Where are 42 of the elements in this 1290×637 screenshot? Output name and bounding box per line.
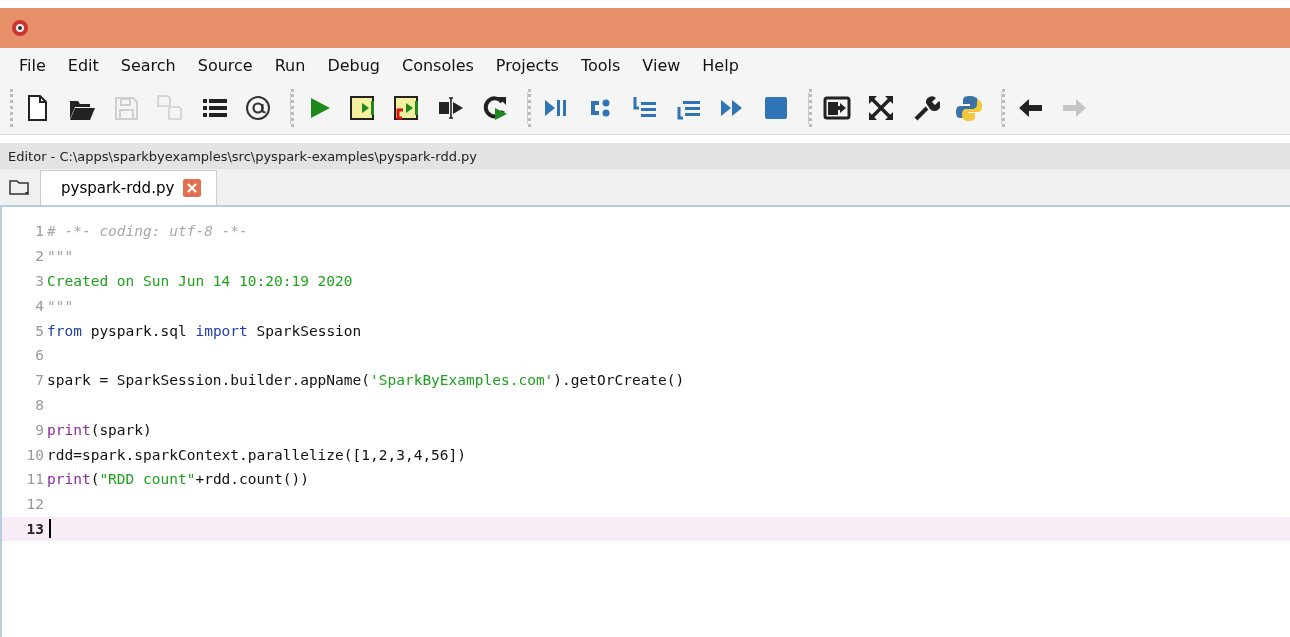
folder-icon[interactable] (8, 177, 30, 197)
menu-item[interactable]: Tools (569, 55, 632, 75)
line-number: 12 (25, 496, 45, 513)
app-logo-icon (10, 18, 30, 38)
menu-item[interactable]: Debug (316, 55, 391, 75)
python-logo-icon[interactable] (954, 93, 984, 123)
line-number: 8 (34, 396, 45, 413)
menu-item[interactable]: Projects (484, 55, 570, 75)
line-number: 3 (34, 273, 45, 289)
line-number: 2 (34, 248, 45, 265)
menu-item[interactable]: Help (691, 55, 750, 75)
code-line: """ (47, 248, 74, 265)
code-line: from pyspark.sql import SparkSession (47, 322, 362, 339)
code-line: rdd=spark.sparkContext.parallelize([1,2,3,4,56]) (47, 446, 467, 463)
line-number: 7 (34, 372, 45, 389)
line-number: 5 (34, 322, 45, 339)
menu-item[interactable]: Source (186, 55, 264, 75)
code-line: print(spark) (47, 421, 152, 438)
line-number: 6 (34, 347, 45, 364)
at-sign-icon[interactable] (243, 93, 273, 123)
editor-path: Editor - C:\apps\sparkbyexamples\src\pyspark-examples\pyspark-rdd.py (0, 143, 1290, 169)
menu-item[interactable]: Edit (56, 55, 110, 75)
code-line: spark = SparkSession.builder.appName('SparkByExamples.com').getOrCreate() (47, 372, 685, 389)
code-line: # -*- coding: utf-8 -*- (47, 223, 248, 240)
line-number: 11 (25, 471, 45, 488)
fullscreen-icon[interactable] (866, 93, 896, 123)
line-number: 13 (25, 520, 45, 537)
menu-item[interactable]: Run (263, 55, 317, 75)
code-line: print("RDD count"+rdd.count()) (47, 471, 309, 488)
close-icon[interactable] (182, 178, 203, 198)
text-cursor (49, 519, 51, 539)
menu-item[interactable]: File (8, 55, 57, 75)
line-number: 10 (25, 446, 45, 463)
code-line: """ (47, 297, 74, 314)
code-line: Created on Sun Jun 14 10:20:19 2020 (47, 273, 353, 289)
line-number: 1 (34, 223, 45, 240)
file-tab[interactable]: pyspark-rdd.py (40, 170, 218, 205)
menu-item[interactable]: View (631, 55, 692, 75)
line-number: 4 (34, 297, 45, 314)
menu-item[interactable]: Consoles (391, 55, 485, 75)
menu-item[interactable]: Search (109, 55, 187, 75)
line-number: 9 (34, 421, 45, 438)
